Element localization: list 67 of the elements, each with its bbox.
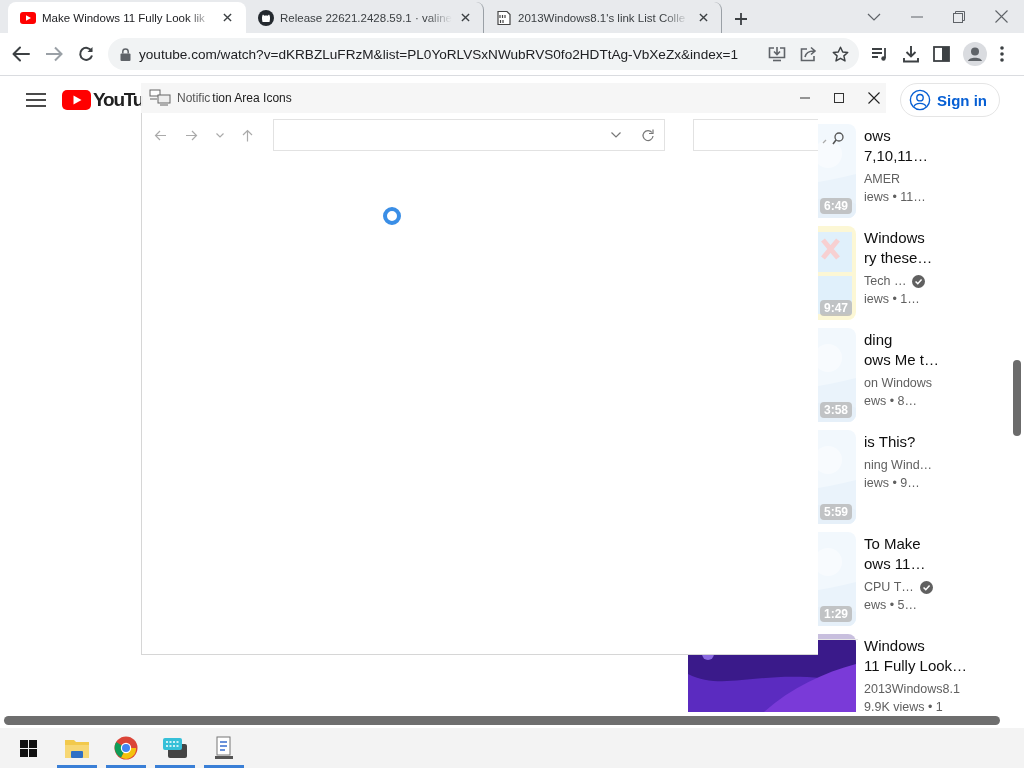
video-title[interactable]: To Make xyxy=(864,534,1024,554)
folder-icon[interactable] xyxy=(64,737,90,759)
address-bar[interactable]: youtube.com/watch?v=dKRBZLuFRzM&list=PL0YoRLVSxNWubRVS0fo2HDTtAg-VbXeZx&index=1 xyxy=(108,38,860,70)
download-icon[interactable] xyxy=(902,45,921,63)
close-icon[interactable] xyxy=(868,92,880,104)
video-title[interactable]: Windows xyxy=(864,636,1024,656)
lock-icon xyxy=(120,47,131,61)
computer-monitor-icon xyxy=(149,89,171,107)
scrollbar-thumb[interactable] xyxy=(4,715,1000,725)
menu-icon[interactable] xyxy=(26,93,46,107)
maximize-icon[interactable] xyxy=(834,93,844,103)
video-title[interactable]: ding xyxy=(864,330,1024,350)
browser-tab[interactable]: Make Windows 11 Fully Look lik xyxy=(8,2,246,33)
side-panel-icon[interactable] xyxy=(933,46,951,62)
view-count: iews • 1… xyxy=(864,291,921,308)
share-icon[interactable] xyxy=(800,46,819,62)
channel-name: Tech … xyxy=(864,273,907,290)
channel-name: CPU T… xyxy=(864,579,914,596)
close-icon xyxy=(222,13,232,22)
video-title[interactable]: ows Me t… xyxy=(864,350,1024,370)
cat-silhouette-icon xyxy=(258,9,274,26)
forward-arrow-icon[interactable] xyxy=(45,46,63,62)
play-logo-icon xyxy=(62,90,91,110)
avatar-icon[interactable] xyxy=(963,42,988,66)
video-title[interactable]: 7,10,11… xyxy=(864,146,1024,166)
channel-name: AMER xyxy=(864,171,901,188)
user-circle-icon xyxy=(909,89,931,111)
channel-name: ning Wind… xyxy=(864,457,933,474)
logo-text: YouTu xyxy=(93,89,144,111)
video-title[interactable]: Windows xyxy=(864,228,1024,248)
new-tab-plus-icon[interactable] xyxy=(734,12,748,26)
video-title[interactable]: ry these… xyxy=(864,248,1024,268)
channel-name: 2013Windows8.1 xyxy=(864,681,960,698)
document-app-icon[interactable] xyxy=(214,736,234,760)
reload-icon[interactable] xyxy=(78,46,94,62)
channel-name: on Windows xyxy=(864,375,933,392)
video-title[interactable]: ows 11… xyxy=(864,554,1024,574)
refresh-icon[interactable] xyxy=(640,128,654,142)
view-count: ews • 8… xyxy=(864,393,918,410)
window-title: tion Area Icons xyxy=(212,91,292,105)
close-icon xyxy=(698,13,708,22)
restore-icon[interactable] xyxy=(953,10,965,23)
close-icon xyxy=(461,13,470,22)
window-title: Notific xyxy=(177,91,211,105)
video-title[interactable]: ows xyxy=(864,126,1024,146)
binary-file-icon xyxy=(496,9,512,26)
chevron-down-icon[interactable] xyxy=(610,132,621,138)
search-icon[interactable] xyxy=(820,131,846,147)
view-count: 9.9K views • 1 xyxy=(864,699,944,712)
install-app-icon[interactable] xyxy=(768,46,787,62)
view-count: iews • 9… xyxy=(864,475,921,492)
bookmark-star-icon[interactable] xyxy=(832,45,850,63)
more-menu-icon[interactable] xyxy=(1000,46,1005,62)
browser-logo-icon[interactable] xyxy=(114,736,138,760)
chevron-down-icon[interactable] xyxy=(867,12,881,21)
address-field[interactable] xyxy=(273,119,665,151)
loading-spinner-icon xyxy=(382,206,402,226)
sign-in-button[interactable]: Sign in xyxy=(900,83,1000,117)
windows-start-icon[interactable] xyxy=(19,739,37,757)
keyboard-app-icon[interactable] xyxy=(162,737,188,759)
video-title[interactable]: 11 Fully Look… xyxy=(864,656,1024,676)
video-title[interactable]: is This? xyxy=(864,432,1024,452)
view-count: iews • 11… xyxy=(864,189,927,206)
play-logo-icon xyxy=(20,11,36,24)
scrollbar-thumb[interactable] xyxy=(1013,360,1021,436)
back-arrow-icon[interactable] xyxy=(12,46,30,62)
view-count: ews • 5… xyxy=(864,597,918,614)
